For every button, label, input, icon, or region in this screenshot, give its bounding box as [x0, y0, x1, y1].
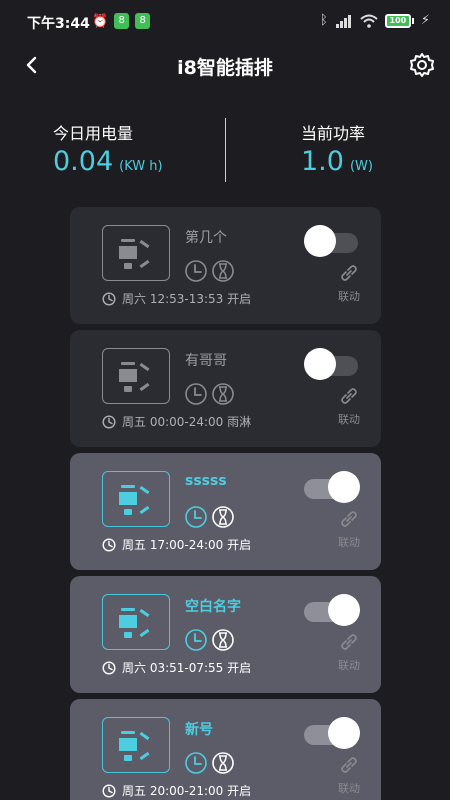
page-title: i8智能插排	[177, 57, 273, 79]
socket-name: 第几个	[185, 230, 227, 246]
schedule-info: 周六 03:51-07:55 开启	[102, 659, 251, 676]
current-power-unit: (W)	[349, 159, 373, 174]
current-power-label: 当前功率	[301, 124, 366, 143]
app-notification-icon: 8	[135, 13, 151, 29]
socket-icon	[102, 717, 170, 773]
schedule-info: 周六 12:53-13:53 开启	[102, 290, 251, 307]
schedule-info: 周五 20:00-21:00 开启	[102, 782, 251, 799]
toggle-knob	[328, 471, 360, 503]
today-usage-number: 0.04	[53, 146, 114, 177]
socket-mode-icons	[184, 751, 235, 775]
today-usage-value: 0.04 (KW h)	[53, 146, 163, 177]
socket-mode-icons	[184, 628, 235, 652]
socket-icon	[102, 348, 170, 404]
battery-icon: 100	[384, 13, 414, 28]
socket-name: 新号	[185, 722, 213, 738]
link-button[interactable]: 联动	[334, 387, 364, 427]
schedule-text: 周五 20:00-21:00 开启	[122, 784, 252, 798]
battery-level: 100	[384, 13, 411, 28]
socket-card[interactable]: 有哥哥 周五 00:00-24:00 雨淋 联动	[70, 330, 381, 447]
countdown-icon	[212, 629, 234, 651]
countdown-icon	[212, 752, 234, 774]
schedule-info: 周五 17:00-24:00 开启	[102, 536, 251, 553]
schedule-clock-icon	[102, 783, 116, 798]
link-icon	[341, 265, 357, 281]
schedule-text: 周五 17:00-24:00 开启	[122, 538, 252, 552]
clock-icon	[185, 506, 207, 528]
schedule-text: 周六 03:51-07:55 开启	[122, 661, 252, 675]
wifi-icon	[360, 14, 378, 28]
clock-icon	[185, 383, 207, 405]
link-button[interactable]: 联动	[334, 756, 364, 796]
socket-card[interactable]: 空白名字 周六 03:51-07:55 开启 联动	[70, 576, 381, 693]
link-button[interactable]: 联动	[334, 633, 364, 673]
socket-mode-icons	[184, 382, 235, 406]
charging-icon: ⚡	[420, 13, 430, 28]
toggle-knob	[328, 594, 360, 626]
current-power-number: 1.0	[301, 146, 344, 177]
schedule-info: 周五 00:00-24:00 雨淋	[102, 413, 251, 430]
status-bar: 下午3:44 ⏰ 8 8 ᛒ 100 ⚡	[0, 0, 450, 42]
link-label: 联动	[338, 290, 360, 303]
power-toggle[interactable]	[304, 717, 360, 751]
toggle-knob	[304, 348, 336, 380]
today-usage-unit: (KW h)	[119, 159, 163, 174]
bluetooth-icon: ᛒ	[320, 13, 328, 28]
socket-name: sssss	[185, 473, 227, 489]
link-icon	[341, 511, 357, 527]
app-notification-icon: 8	[114, 13, 130, 29]
socket-card[interactable]: 新号 周五 20:00-21:00 开启 联动	[70, 699, 381, 800]
status-system-icons: ᛒ 100 ⚡	[320, 13, 430, 28]
schedule-text: 周五 00:00-24:00 雨淋	[122, 415, 252, 429]
clock-icon	[185, 629, 207, 651]
link-button[interactable]: 联动	[334, 264, 364, 304]
power-toggle[interactable]	[304, 348, 358, 382]
countdown-icon	[212, 260, 234, 282]
link-label: 联动	[338, 536, 360, 549]
schedule-text: 周六 12:53-13:53 开启	[122, 292, 252, 306]
link-icon	[341, 757, 357, 773]
settings-button[interactable]	[407, 50, 437, 80]
schedule-clock-icon	[102, 414, 116, 429]
alarm-off-icon: ⏰	[92, 13, 109, 29]
status-notification-icons: ⏰ 8 8	[92, 13, 151, 29]
countdown-icon	[212, 506, 234, 528]
power-toggle[interactable]	[304, 594, 360, 628]
socket-icon	[102, 594, 170, 650]
schedule-clock-icon	[102, 291, 116, 306]
link-label: 联动	[338, 782, 360, 795]
power-toggle[interactable]	[304, 225, 358, 259]
schedule-clock-icon	[102, 537, 116, 552]
schedule-clock-icon	[102, 660, 116, 675]
link-label: 联动	[338, 413, 360, 426]
countdown-icon	[212, 383, 234, 405]
socket-name: 空白名字	[185, 599, 241, 615]
socket-icon	[102, 225, 170, 281]
clock-icon	[185, 752, 207, 774]
socket-icon	[102, 471, 170, 527]
status-time: 下午3:44	[27, 16, 90, 32]
stats-divider	[225, 118, 226, 182]
gear-icon	[410, 53, 434, 77]
clock-icon	[185, 260, 207, 282]
socket-card[interactable]: 第几个 周六 12:53-13:53 开启 联动	[70, 207, 381, 324]
toggle-knob	[328, 717, 360, 749]
socket-mode-icons	[184, 259, 235, 283]
energy-stats: 今日用电量 0.04 (KW h) 当前功率 1.0 (W)	[0, 110, 450, 190]
power-toggle[interactable]	[304, 471, 360, 505]
link-icon	[341, 388, 357, 404]
link-label: 联动	[338, 659, 360, 672]
current-power-value: 1.0 (W)	[301, 146, 373, 177]
socket-mode-icons	[184, 505, 235, 529]
socket-name: 有哥哥	[185, 353, 227, 369]
app-header: i8智能插排	[0, 42, 450, 88]
toggle-knob	[304, 225, 336, 257]
signal-icon	[335, 14, 351, 28]
socket-card[interactable]: sssss 周五 17:00-24:00 开启 联动	[70, 453, 381, 570]
link-icon	[341, 634, 357, 650]
today-usage-label: 今日用电量	[53, 124, 134, 143]
link-button[interactable]: 联动	[334, 510, 364, 550]
